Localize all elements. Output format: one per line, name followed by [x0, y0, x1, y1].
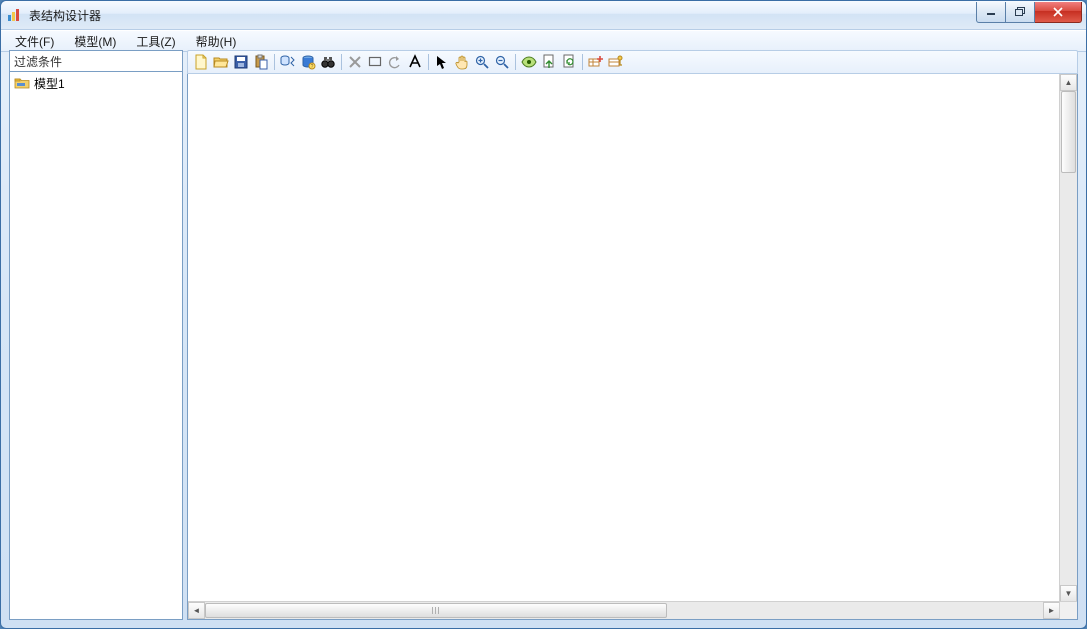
refresh-doc-icon	[561, 54, 577, 70]
refresh-button[interactable]	[559, 52, 579, 72]
horizontal-scrollbar[interactable]: ◄ ►	[188, 601, 1060, 619]
menu-file[interactable]: 文件(F)	[5, 31, 64, 51]
hand-icon	[454, 54, 470, 70]
db-sync-button[interactable]	[278, 52, 298, 72]
rectangle-icon	[367, 54, 383, 70]
add-key-button[interactable]	[606, 52, 626, 72]
close-button[interactable]	[1035, 2, 1082, 23]
toolbar-separator	[341, 54, 342, 70]
add-key-icon	[608, 54, 624, 70]
new-button[interactable]	[191, 52, 211, 72]
menu-tools[interactable]: 工具(Z)	[126, 31, 185, 51]
scroll-left-button[interactable]: ◄	[188, 602, 205, 619]
toolbar-separator	[582, 54, 583, 70]
toolbar: ?	[187, 50, 1078, 74]
scroll-down-button[interactable]: ▼	[1060, 585, 1077, 602]
toolbar-separator	[274, 54, 275, 70]
horizontal-scroll-track[interactable]	[205, 602, 1043, 619]
paste-button[interactable]	[251, 52, 271, 72]
close-icon	[1052, 7, 1064, 17]
tree-item-model[interactable]: 模型1	[12, 74, 180, 92]
menu-bar: 文件(F) 模型(M) 工具(Z) 帮助(H)	[1, 30, 1086, 52]
maximize-icon	[1015, 7, 1025, 17]
db-info-button[interactable]: ?	[298, 52, 318, 72]
vertical-scroll-track[interactable]	[1060, 91, 1077, 585]
editor-pane: ?	[187, 50, 1078, 620]
toolbar-separator	[515, 54, 516, 70]
pointer-button[interactable]	[432, 52, 452, 72]
zoom-in-icon	[474, 54, 490, 70]
svg-text:?: ?	[311, 64, 314, 70]
app-window: 表结构设计器 文件(F) 模型(M) 工具(Z) 帮助(H)	[0, 0, 1087, 629]
text-button[interactable]	[405, 52, 425, 72]
eye-icon	[521, 54, 537, 70]
design-canvas[interactable]: ▲ ▼ ◄ ►	[187, 74, 1078, 620]
add-field-button[interactable]	[586, 52, 606, 72]
window-controls	[976, 2, 1082, 22]
export-doc-icon	[541, 54, 557, 70]
model-tree[interactable]: 模型1	[9, 72, 183, 620]
save-button[interactable]	[231, 52, 251, 72]
text-a-icon	[407, 54, 423, 70]
window-title: 表结构设计器	[29, 7, 101, 24]
minimize-button[interactable]	[976, 2, 1006, 23]
add-field-icon	[588, 54, 604, 70]
menu-model[interactable]: 模型(M)	[64, 31, 126, 51]
preview-button[interactable]	[519, 52, 539, 72]
db-sync-icon	[280, 54, 296, 70]
open-button[interactable]	[211, 52, 231, 72]
tree-item-label: 模型1	[34, 75, 65, 92]
zoom-out-icon	[494, 54, 510, 70]
menu-help[interactable]: 帮助(H)	[186, 31, 247, 51]
minimize-icon	[986, 7, 996, 17]
rectangle-button[interactable]	[365, 52, 385, 72]
toolbar-separator	[428, 54, 429, 70]
vertical-scrollbar[interactable]: ▲ ▼	[1059, 74, 1077, 602]
zoom-out-button[interactable]	[492, 52, 512, 72]
horizontal-scroll-thumb[interactable]	[205, 603, 667, 618]
folder-icon	[14, 76, 30, 90]
undo-icon	[387, 54, 403, 70]
scroll-corner	[1059, 601, 1077, 619]
maximize-button[interactable]	[1006, 2, 1035, 23]
undo-button[interactable]	[385, 52, 405, 72]
filter-input[interactable]: 过滤条件	[9, 50, 183, 72]
db-info-icon: ?	[300, 54, 316, 70]
open-folder-icon	[213, 54, 229, 70]
zoom-in-button[interactable]	[472, 52, 492, 72]
scroll-up-button[interactable]: ▲	[1060, 74, 1077, 91]
export-button[interactable]	[539, 52, 559, 72]
title-bar[interactable]: 表结构设计器	[1, 1, 1086, 30]
sidebar: 过滤条件 模型1	[9, 50, 183, 620]
paste-icon	[253, 54, 269, 70]
pointer-icon	[434, 54, 450, 70]
app-icon	[7, 7, 23, 23]
pan-button[interactable]	[452, 52, 472, 72]
delete-button[interactable]	[345, 52, 365, 72]
binoculars-icon	[320, 54, 336, 70]
find-button[interactable]	[318, 52, 338, 72]
delete-icon	[347, 54, 363, 70]
vertical-scroll-thumb[interactable]	[1061, 91, 1076, 173]
scroll-right-button[interactable]: ►	[1043, 602, 1060, 619]
content-area: 过滤条件 模型1	[9, 50, 1078, 620]
new-file-icon	[193, 54, 209, 70]
save-icon	[233, 54, 249, 70]
